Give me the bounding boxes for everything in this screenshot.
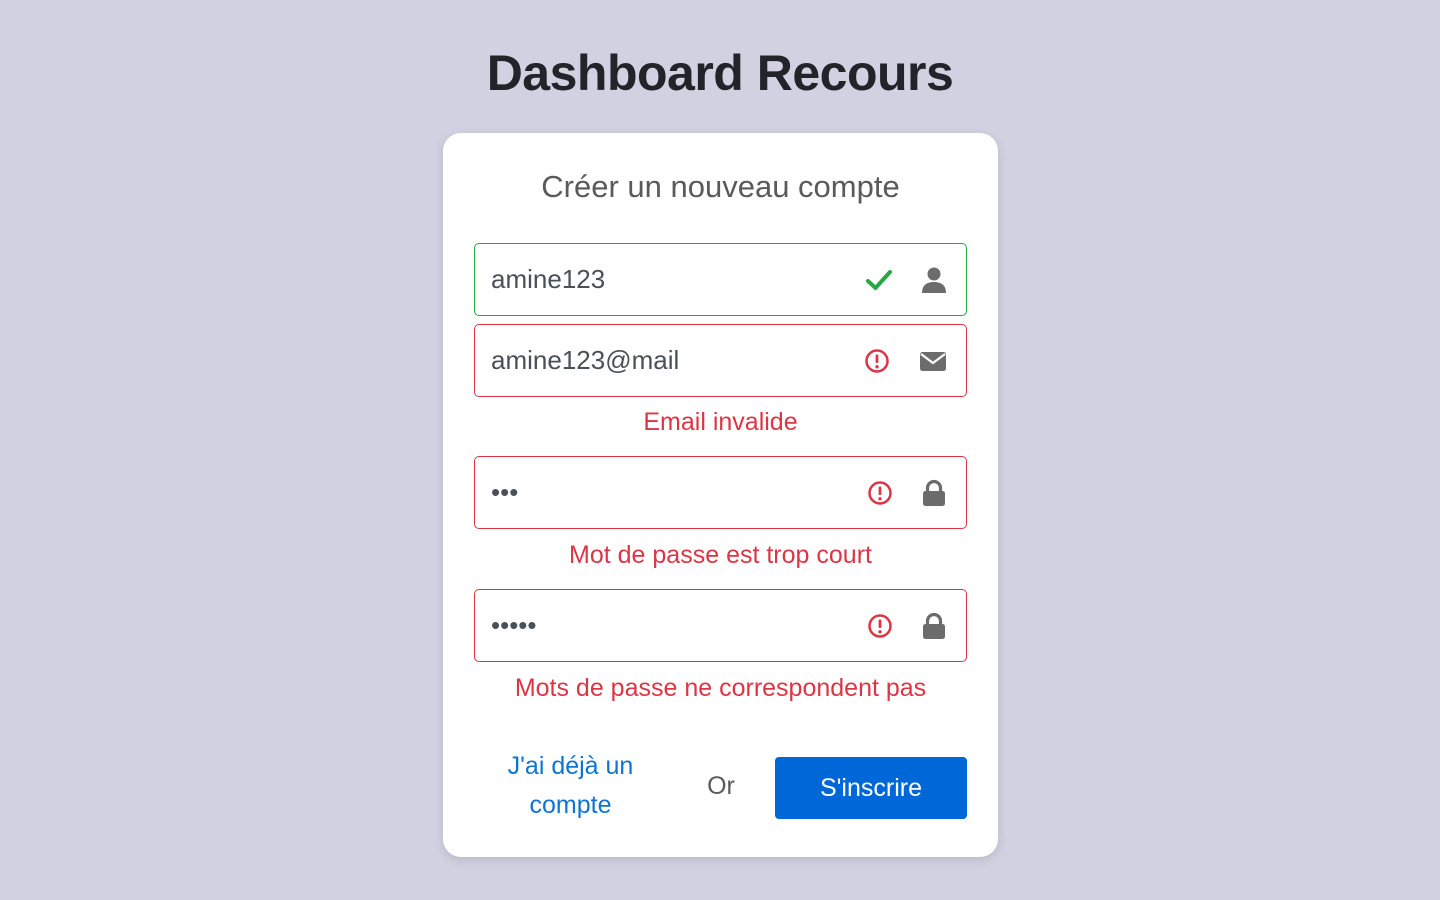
username-field [474,243,967,316]
email-field [474,324,967,397]
app-title: Dashboard Recours [486,45,954,101]
confirm-password-error: Mots de passe ne correspondent pas [514,674,927,702]
page: Dashboard Recours Créer un nouveau compt… [0,0,1440,900]
envelope-icon [920,352,946,371]
or-separator: Or [707,772,735,800]
user-icon [922,267,946,293]
username-input[interactable] [491,244,851,315]
error-circle-icon [865,349,889,373]
confirm-password-field [474,589,967,662]
check-icon [866,270,892,290]
signup-card: Créer un nouveau compte amine123 amine12… [443,133,998,857]
confirm-password-input[interactable] [491,590,851,661]
form-title: Créer un nouveau compte [541,169,900,204]
signup-button[interactable]: S'inscrire [775,757,967,819]
error-circle-icon [868,481,892,505]
lock-icon [923,479,945,506]
email-input[interactable] [491,325,851,396]
password-error: Mot de passe est trop court [569,541,872,569]
error-circle-icon [868,614,892,638]
password-input[interactable] [491,457,851,528]
lock-icon [923,612,945,639]
login-link[interactable]: J'ai déjà un compte [493,747,648,825]
password-field [474,456,967,529]
email-error: Email invalide [643,408,798,436]
